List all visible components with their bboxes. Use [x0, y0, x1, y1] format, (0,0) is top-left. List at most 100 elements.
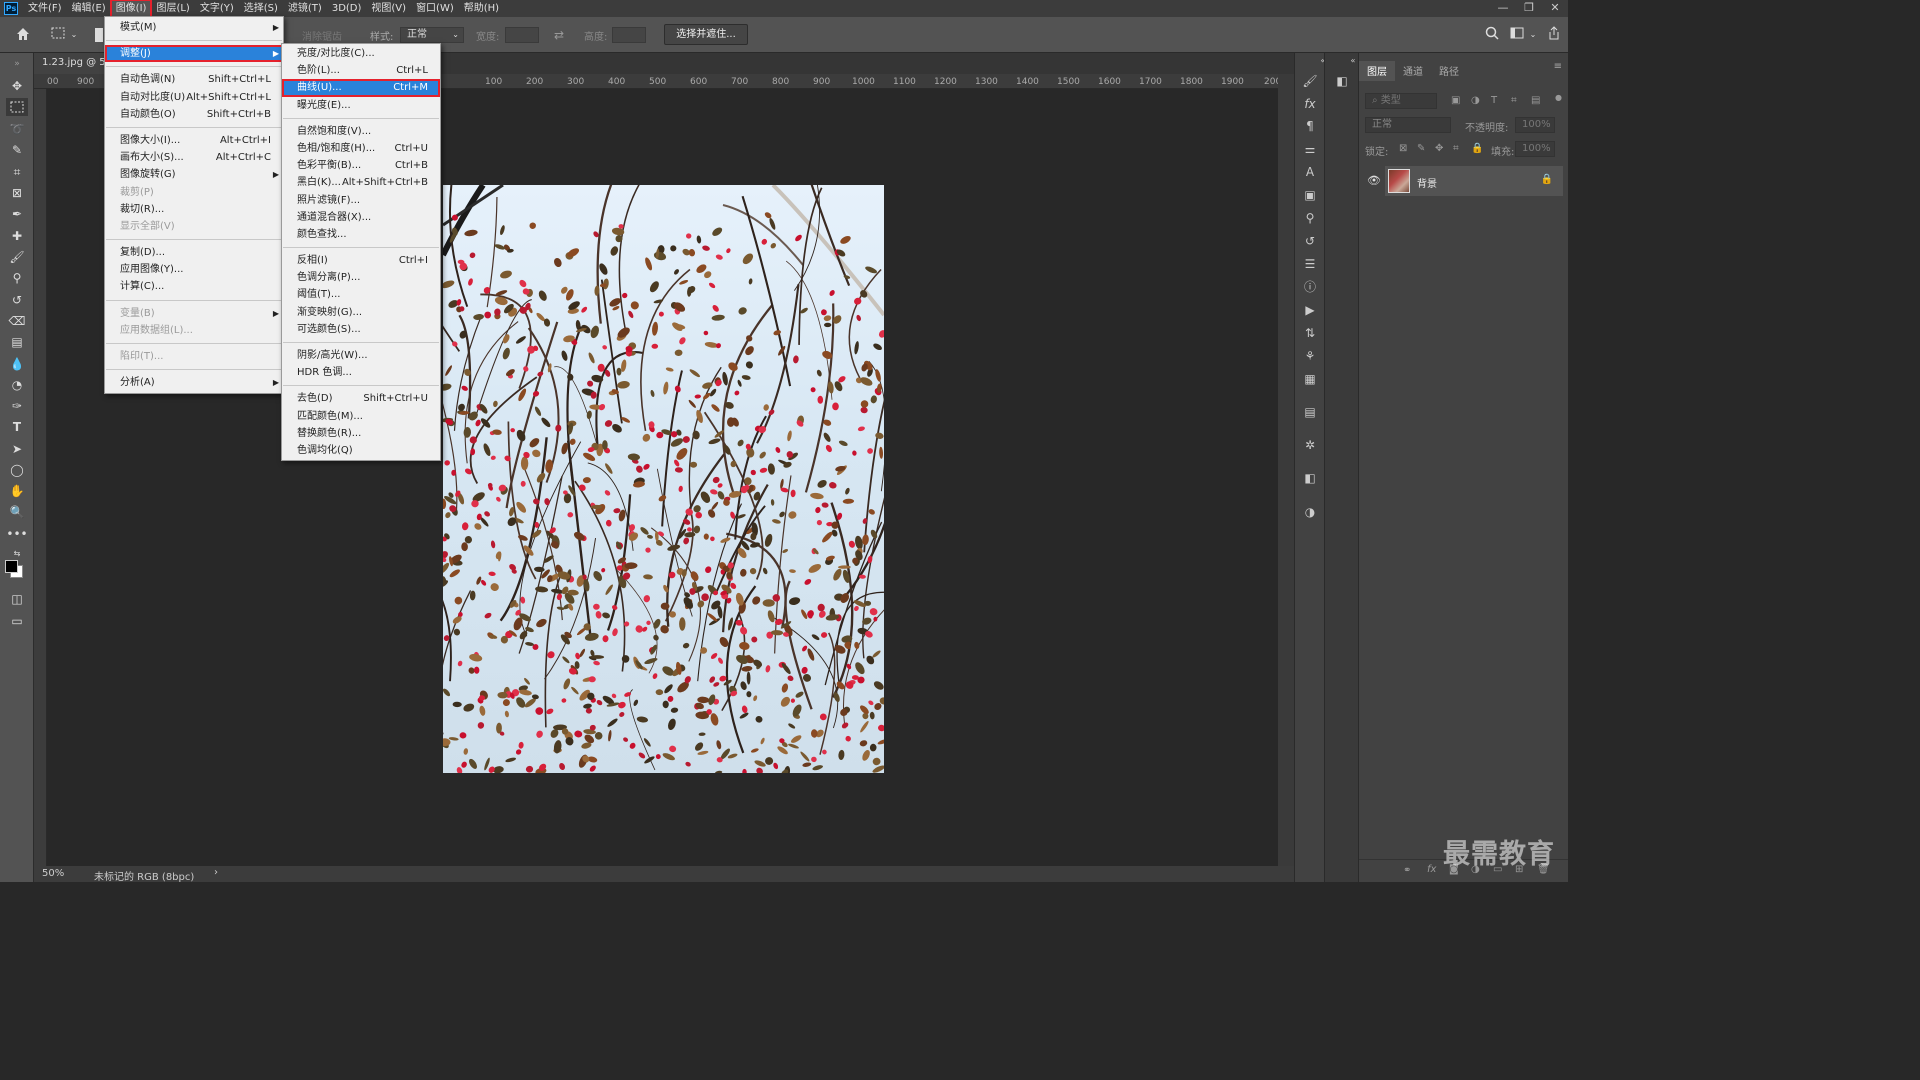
frame-tool-icon[interactable]: ⊠	[6, 184, 28, 202]
rect-marquee-tool-icon[interactable]	[6, 98, 28, 116]
quick-select-tool-icon[interactable]: ✎	[6, 141, 28, 159]
link-layers-icon[interactable]: ⚭	[1403, 865, 1411, 876]
tab-paths[interactable]: 路径	[1431, 61, 1467, 81]
adjust-menu-item[interactable]: 色彩平衡(B)... Ctrl+B	[282, 157, 440, 174]
lock-position-icon[interactable]: ✥	[1435, 143, 1443, 154]
tab-layers[interactable]: 图层	[1359, 61, 1395, 81]
fx-icon[interactable]: fx	[1427, 864, 1436, 875]
actions-icon[interactable]: ▶	[1302, 302, 1318, 318]
rect-marquee-preset-icon[interactable]	[48, 26, 68, 45]
menu-image[interactable]: 图像(I)	[109, 0, 153, 18]
adjust-menu-item[interactable]: 自然饱和度(V)...	[282, 123, 440, 140]
adjust-menu-item[interactable]: 通道混合器(X)...	[282, 209, 440, 226]
chevron-down-icon[interactable]: ⌄	[1528, 26, 1538, 44]
panel-toggle-icon[interactable]: ◧	[1334, 73, 1350, 89]
image-menu-item[interactable]: 模式(M) ▶	[105, 19, 283, 36]
adjust-menu-item[interactable]: 色相/饱和度(H)... Ctrl+U	[282, 140, 440, 157]
gradient-tool-icon[interactable]: ▤	[6, 333, 28, 351]
lock-pixels-icon[interactable]: ✎	[1417, 143, 1425, 154]
status-menu-arrow[interactable]: ›	[214, 867, 218, 878]
vertical-scrollbar[interactable]	[1278, 74, 1294, 866]
libraries-icon[interactable]: ▣	[1302, 187, 1318, 203]
adjust-menu-item[interactable]: 色阶(L)... Ctrl+L	[282, 62, 440, 79]
panel-menu-icon[interactable]: ≡	[1554, 61, 1562, 72]
image-menu-item[interactable]: 调整(J) ▶	[105, 45, 283, 63]
document-image[interactable]	[443, 185, 884, 773]
hand-tool-icon[interactable]: ✋	[6, 482, 28, 500]
image-menu-item[interactable]: 自动色调(N) Shift+Ctrl+L	[105, 71, 283, 88]
adjust-menu-item[interactable]: 匹配颜色(M)...	[282, 408, 440, 425]
info-icon[interactable]: ⓘ	[1302, 279, 1318, 295]
menu-help[interactable]: 帮助(H)	[460, 1, 503, 16]
more-tools-icon[interactable]: •••	[6, 525, 28, 543]
glyphs-icon[interactable]: ✲	[1302, 437, 1318, 453]
eyedropper-tool-icon[interactable]: ✒	[6, 205, 28, 223]
zoom-level[interactable]: 50%	[42, 868, 64, 879]
height-input[interactable]	[612, 27, 646, 43]
style-select[interactable]: 正常 ⌄	[400, 27, 464, 43]
adjust-menu-item[interactable]: 阴影/高光(W)...	[282, 347, 440, 364]
filter-type-icon[interactable]: T	[1491, 95, 1497, 106]
adjust-menu-item[interactable]: 黑白(K)... Alt+Shift+Ctrl+B	[282, 174, 440, 191]
paragraph-icon[interactable]: ¶	[1302, 118, 1318, 134]
path-select-tool-icon[interactable]: ➤	[6, 440, 28, 458]
swap-icon[interactable]: ⇄	[551, 26, 567, 44]
history-brush-tool-icon[interactable]: ↺	[6, 291, 28, 309]
quick-mask-icon[interactable]: ◫	[6, 590, 28, 608]
adjust-menu-item[interactable]: 颜色查找...	[282, 226, 440, 243]
chevron-down-icon[interactable]: ⌄	[69, 26, 79, 44]
layer-filter-select[interactable]: ⌕ 类型	[1365, 93, 1437, 109]
image-menu-item[interactable]: 自动颜色(O) Shift+Ctrl+B	[105, 106, 283, 123]
adjust-menu-item[interactable]: 曝光度(E)...	[282, 97, 440, 114]
3d-icon[interactable]: ⚘	[1302, 348, 1318, 364]
blur-tool-icon[interactable]: 💧	[6, 355, 28, 373]
tab-channels[interactable]: 通道	[1395, 61, 1431, 81]
collapse-icon[interactable]: »	[6, 55, 28, 73]
layer-row[interactable]: 背景 🔒	[1385, 166, 1563, 196]
healing-brush-tool-icon[interactable]: ✚	[6, 227, 28, 245]
menu-type[interactable]: 文字(Y)	[196, 1, 238, 16]
menu-window[interactable]: 窗口(W)	[412, 1, 458, 16]
lock-artboard-icon[interactable]: ⌗	[1453, 143, 1459, 154]
eraser-tool-icon[interactable]: ⌫	[6, 312, 28, 330]
adjust-menu-item[interactable]: 可选颜色(S)...	[282, 321, 440, 338]
menu-layer[interactable]: 图层(L)	[152, 1, 193, 16]
lock-icon[interactable]: 🔒	[1541, 174, 1553, 185]
image-menu-item[interactable]: 画布大小(S)... Alt+Ctrl+C	[105, 149, 283, 166]
lock-all-icon[interactable]: 🔒	[1471, 143, 1483, 154]
notes-icon[interactable]: ▤	[1302, 404, 1318, 420]
filter-smart-icon[interactable]: ▤	[1531, 95, 1540, 106]
adjust-menu-item[interactable]: 色调均化(Q)	[282, 442, 440, 459]
adjust-menu-item[interactable]: 替换颜色(R)...	[282, 425, 440, 442]
image-menu-item[interactable]: 应用图像(Y)...	[105, 261, 283, 278]
adjust-menu-item[interactable]: 阈值(T)...	[282, 286, 440, 303]
adjust-menu-item[interactable]: 去色(D) Shift+Ctrl+U	[282, 390, 440, 407]
lasso-tool-icon[interactable]: ➰	[6, 120, 28, 138]
foreground-color-swatch[interactable]	[5, 560, 18, 573]
home-icon[interactable]	[13, 26, 33, 47]
menu-file[interactable]: 文件(F)	[24, 1, 66, 16]
adjust-menu-item[interactable]: 照片滤镜(F)...	[282, 192, 440, 209]
type-tool-icon[interactable]: T	[6, 418, 28, 436]
image-menu-item[interactable]: 自动对比度(U) Alt+Shift+Ctrl+L	[105, 89, 283, 106]
minimize-button[interactable]: —	[1496, 0, 1510, 15]
filter-toggle-icon[interactable]: ●	[1555, 93, 1562, 102]
timeline-icon[interactable]: ⇅	[1302, 325, 1318, 341]
opacity-input[interactable]: 100%	[1515, 117, 1555, 133]
image-menu-item[interactable]: 计算(C)...	[105, 278, 283, 295]
menu-edit[interactable]: 编辑(E)	[68, 1, 110, 16]
screen-mode-icon[interactable]: ▭	[6, 612, 28, 630]
restore-button[interactable]: ❐	[1522, 0, 1536, 15]
lock-transparent-icon[interactable]: ⊠	[1399, 143, 1407, 154]
crop-tool-icon[interactable]: ⌗	[6, 163, 28, 181]
history-icon[interactable]: ↺	[1302, 233, 1318, 249]
close-button[interactable]: ✕	[1548, 0, 1562, 15]
filter-shape-icon[interactable]: ⌗	[1511, 95, 1517, 106]
menu-select[interactable]: 选择(S)	[240, 1, 282, 16]
image-menu-item[interactable]: 图像大小(I)... Alt+Ctrl+I	[105, 132, 283, 149]
share-icon[interactable]	[1545, 26, 1563, 45]
styles-icon[interactable]: fx	[1302, 96, 1318, 112]
adjust-menu-item[interactable]: 色调分离(P)...	[282, 269, 440, 286]
blend-mode-select[interactable]: 正常	[1365, 117, 1451, 133]
clone-stamp-tool-icon[interactable]: ⚲	[6, 269, 28, 287]
